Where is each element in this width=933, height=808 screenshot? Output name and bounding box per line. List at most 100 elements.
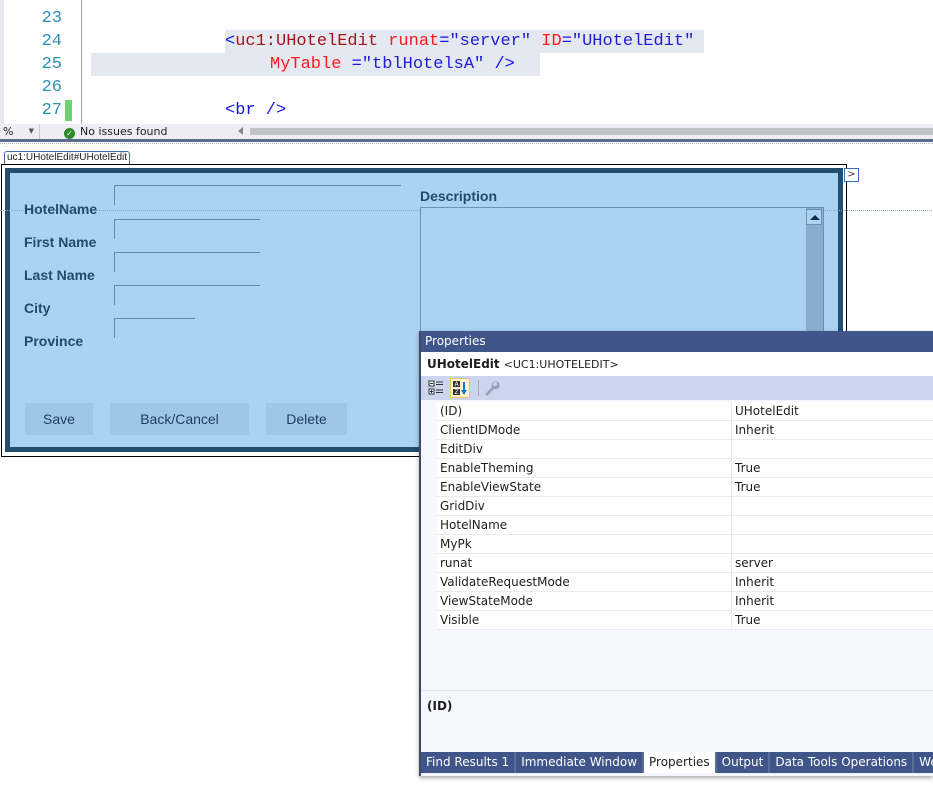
province-input[interactable] [114,318,195,338]
object-selector[interactable]: UHotelEdit <UC1:UHOTELEDIT> [421,352,933,376]
property-row[interactable]: ValidateRequestMode Inherit [421,573,933,592]
property-row[interactable]: runat server [421,554,933,573]
property-row[interactable]: GridDiv [421,497,933,516]
property-value[interactable]: UHotelEdit [735,402,799,420]
firstname-input[interactable] [114,219,260,239]
code-text[interactable]: MyTable ="tblHotelsA" /> [91,53,540,76]
property-description-pane: (ID) [421,690,933,751]
object-type: <UC1:UHOTELEDIT> [503,358,619,371]
property-row[interactable]: HotelName [421,516,933,535]
attribute-name: runat [388,32,440,51]
code-editor[interactable]: 22 23 24 <uc1:UHotelEdit runat="server" … [0,0,933,124]
attribute-name: ID [541,32,562,51]
categorized-icon[interactable] [426,378,446,398]
object-name: UHotelEdit [427,357,500,371]
property-row[interactable]: MyPk [421,535,933,554]
code-line[interactable]: 25 MyTable ="tblHotelsA" /> [0,53,933,76]
tab-output[interactable]: Output [717,752,771,773]
row-margin [421,459,437,478]
horizontal-scrollbar-thumb[interactable] [250,128,933,135]
attribute-value: "UHotelEdit" [571,32,695,51]
city-label: City [24,300,51,316]
tab-data-tools-operations[interactable]: Data Tools Operations [770,752,915,773]
property-value[interactable]: True [735,459,761,477]
tag-bracket: < [225,32,236,51]
zoom-value: % [3,125,14,138]
properties-window: Properties UHotelEdit<UC1:UHOTELEDIT> A [419,331,933,776]
property-name: HotelName [440,518,508,532]
alphabetical-sort-icon[interactable]: A Z [450,378,470,398]
wrench-icon[interactable] [481,378,501,398]
property-description-title: (ID) [427,699,453,713]
back-cancel-button[interactable]: Back/Cancel [110,403,249,435]
scroll-up-icon[interactable] [806,209,822,225]
property-row[interactable]: EnableTheming True [421,459,933,478]
code-line: 26 [0,76,933,99]
column-separator [731,592,732,611]
property-name: EnableViewState [440,480,542,494]
column-separator [731,440,732,459]
property-value[interactable]: server [735,554,773,572]
column-separator [731,459,732,478]
tab-immediate-window[interactable]: Immediate Window [516,752,645,773]
properties-title[interactable]: Properties [421,331,933,352]
zoom-dropdown[interactable]: % ▼ [0,124,40,139]
issues-indicator[interactable]: ✓ No issues found [64,124,167,139]
smart-tag-chevron-icon[interactable]: > [844,168,859,182]
toolbar-separator [478,380,479,396]
element-name: uc1:UHotelEdit [235,32,379,51]
row-margin [421,554,437,573]
code-line[interactable]: 27 <br /> [0,99,933,122]
property-grid: (ID) UHotelEdit ClientIDMode Inherit EditD… [421,402,933,630]
property-value[interactable]: True [735,478,761,496]
property-row[interactable]: ViewStateMode Inherit [421,592,933,611]
column-separator [731,497,732,516]
properties-toolbar: A Z [421,376,933,400]
attribute-value: "tblHotelsA" [361,55,485,74]
tool-window-tabs: Find Results 1 Immediate Window Properti… [421,752,933,773]
property-value[interactable]: True [735,611,761,629]
tab-web-publish[interactable]: Web Publish [914,752,933,773]
code-text[interactable]: <uc1:UHotelEdit runat="server" ID="UHote… [225,30,705,53]
property-name: MyPk [440,537,472,551]
code-line[interactable]: 24 <uc1:UHotelEdit runat="server" ID="UH… [0,30,933,53]
line-number: 23 [41,9,62,28]
line-number: 27 [41,101,62,120]
row-margin [421,573,437,592]
design-guide-line [0,143,933,144]
column-separator [731,516,732,535]
row-margin [421,535,437,554]
column-separator [731,573,732,592]
description-textarea[interactable] [420,207,824,337]
property-row[interactable]: EditDiv [421,440,933,459]
change-indicator [65,100,72,121]
split-divider[interactable] [0,139,933,142]
property-row[interactable]: EnableViewState True [421,478,933,497]
hotelname-input[interactable] [114,185,401,205]
description-label: Description [420,188,498,204]
property-value[interactable]: Inherit [735,421,774,439]
property-value[interactable]: Inherit [735,592,774,610]
scroll-left-icon[interactable] [238,127,243,135]
vertical-scrollbar[interactable] [806,208,823,336]
property-row[interactable]: ClientIDMode Inherit [421,421,933,440]
save-button[interactable]: Save [25,403,93,435]
tab-properties[interactable]: Properties [644,752,717,773]
property-row[interactable]: (ID) UHotelEdit [421,402,933,421]
city-input[interactable] [114,285,260,305]
editor-statusbar: % ▼ ✓ No issues found [0,124,933,139]
row-margin [421,402,437,421]
code-text[interactable]: <br /> [225,99,286,122]
tab-find-results[interactable]: Find Results 1 [421,752,517,773]
column-separator [731,402,732,421]
property-name: (ID) [440,404,463,418]
column-separator [731,478,732,497]
column-separator [731,554,732,573]
lastname-input[interactable] [114,252,260,272]
control-tag-label[interactable]: uc1:UHotelEdit#UHotelEdit [4,151,131,164]
property-value[interactable]: Inherit [735,573,774,591]
line-number: 25 [41,55,62,74]
check-circle-icon: ✓ [64,128,75,139]
delete-button[interactable]: Delete [266,403,347,435]
property-row[interactable]: Visible True [421,611,933,630]
